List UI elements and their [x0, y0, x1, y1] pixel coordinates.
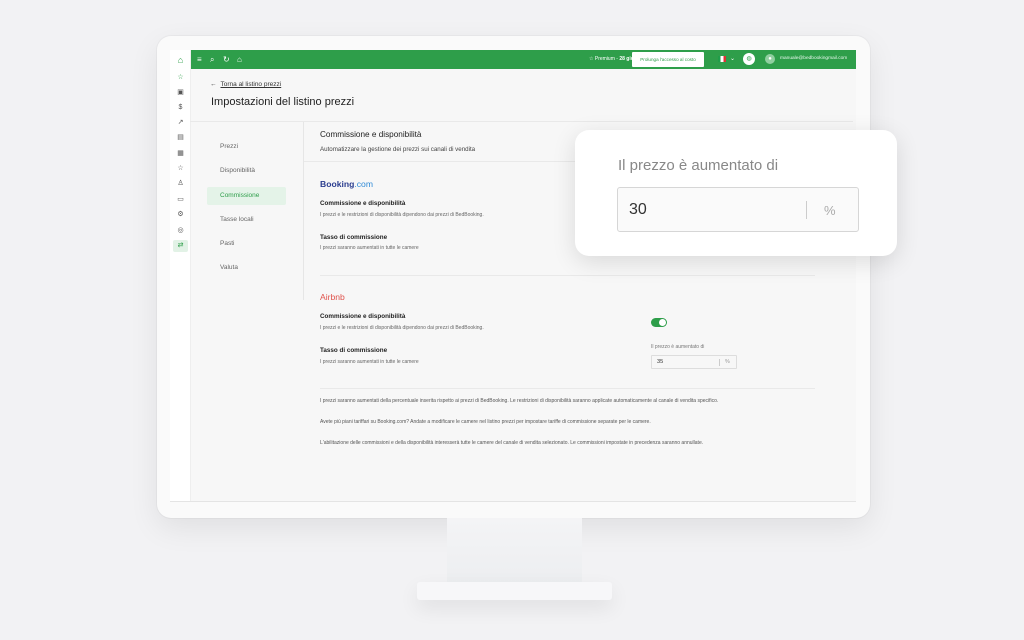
- booking-rate-desc: I prezzi saranno aumentati in tutte le c…: [320, 245, 419, 251]
- airbnb-rate-value: 35: [657, 359, 664, 365]
- menu-item-prezzi[interactable]: Prezzi: [220, 143, 238, 150]
- header-divider: [190, 121, 853, 122]
- zoom-rate-input[interactable]: 30 %: [617, 187, 859, 232]
- booking-logo: Booking.com: [320, 179, 373, 189]
- username[interactable]: manuale@bedbookingmail.com: [780, 56, 847, 61]
- zoom-input-separator: [806, 201, 807, 219]
- notes-divider: [320, 388, 815, 389]
- menu-item-commissione[interactable]: Commissione: [220, 192, 259, 199]
- search-icon[interactable]: ⌕: [210, 54, 214, 65]
- zoom-rate-value: 30: [629, 201, 647, 218]
- airbnb-availability-desc: I prezzi e le restrizioni di disponibili…: [320, 325, 484, 331]
- zoom-rate-label: Il prezzo è aumentato di: [618, 157, 779, 174]
- input-separator: [719, 359, 720, 366]
- menu-item-tasse-locali[interactable]: Tasse locali: [220, 216, 254, 223]
- monitor-base: [417, 582, 612, 600]
- support-icon[interactable]: ◎: [175, 225, 186, 236]
- globe-icon[interactable]: ◍: [743, 53, 755, 65]
- chart-icon[interactable]: ↗: [175, 117, 186, 128]
- airbnb-rate-title: Tasso di commissione: [320, 347, 388, 354]
- sync-icon[interactable]: ⇄: [173, 240, 188, 252]
- booking-availability-title: Commissione e disponibilità: [320, 200, 406, 207]
- note-1: I prezzi saranno aumentati della percent…: [320, 398, 719, 404]
- airbnb-rate-input[interactable]: 35 %: [651, 355, 737, 369]
- menu-item-valuta[interactable]: Valuta: [220, 264, 238, 271]
- refresh-icon[interactable]: ↻: [223, 54, 230, 65]
- booking-rate-title: Tasso di commissione: [320, 234, 388, 241]
- zoom-callout: Il prezzo è aumentato di 30 %: [575, 130, 897, 256]
- note-3: L'abilitazione delle commissioni e della…: [320, 440, 704, 446]
- airbnb-logo: Airbnb: [320, 292, 345, 302]
- home-icon[interactable]: ⌂: [237, 54, 242, 65]
- icon-rail: ⌂ ☆ ▣ $ ↗ ▤ ▦ ☆ ♙ ▭ ⚙ ◎ ⇄: [170, 50, 191, 501]
- arrow-left-icon: ←: [210, 81, 217, 88]
- document-icon[interactable]: ▤: [175, 132, 186, 143]
- star-icon[interactable]: ☆: [175, 72, 186, 83]
- grid-icon[interactable]: ▦: [175, 148, 186, 159]
- italy-flag-icon[interactable]: [718, 56, 726, 62]
- airbnb-availability-title: Commissione e disponibilità: [320, 313, 406, 320]
- app-screen: ⌂ ☆ ▣ $ ↗ ▤ ▦ ☆ ♙ ▭ ⚙ ◎ ⇄ ≡ ⌕ ↻ ⌂ ☆ Prem…: [170, 50, 856, 502]
- chevron-down-icon[interactable]: ⌄: [730, 55, 735, 62]
- back-link-label: Torna al listino prezzi: [220, 81, 282, 88]
- booking-availability-desc: I prezzi e le restrizioni di disponibili…: [320, 212, 484, 218]
- section-title: Commissione e disponibilità: [320, 130, 422, 139]
- back-link[interactable]: ← Torna al listino prezzi: [210, 81, 281, 88]
- menu-divider: [303, 122, 304, 300]
- booking-suffix: .com: [354, 179, 373, 189]
- bed-logo-icon[interactable]: ⌂: [175, 55, 186, 66]
- airbnb-availability-toggle[interactable]: [651, 318, 667, 327]
- add-user-icon[interactable]: ♙: [175, 178, 186, 189]
- airbnb-rate-unit: %: [725, 359, 730, 365]
- zoom-rate-unit: %: [824, 203, 836, 218]
- avatar[interactable]: ●: [765, 54, 775, 64]
- airbnb-rate-label: Il prezzo è aumentato di: [651, 344, 705, 350]
- note-2: Avete più piani tariffari su Booking.com…: [320, 419, 651, 425]
- top-bar: ≡ ⌕ ↻ ⌂ ☆ Premium - 28 giorni Prolunga l…: [191, 50, 856, 69]
- page-title: Impostazioni del listino prezzi: [211, 96, 355, 108]
- briefcase-icon[interactable]: ▭: [175, 194, 186, 205]
- airbnb-rate-desc: I prezzi saranno aumentati in tutte le c…: [320, 359, 419, 365]
- section-subtitle: Automatizzare la gestione dei prezzi sui…: [320, 146, 476, 153]
- menu-item-pasti[interactable]: Pasti: [220, 240, 234, 247]
- booking-name: Booking: [320, 179, 355, 189]
- favorite-icon[interactable]: ☆: [175, 163, 186, 174]
- menu-item-disponibilita[interactable]: Disponibilità: [220, 167, 255, 174]
- settings-icon[interactable]: ⚙: [175, 209, 186, 220]
- channel-divider: [320, 275, 815, 276]
- premium-label: Premium -: [594, 56, 620, 62]
- calendar-icon[interactable]: ▣: [175, 87, 186, 98]
- dollar-icon[interactable]: $: [175, 102, 186, 113]
- extend-access-button[interactable]: Prolunga l'accesso al costo: [632, 52, 704, 67]
- menu-icon[interactable]: ≡: [197, 54, 202, 65]
- monitor-stand: [447, 518, 582, 584]
